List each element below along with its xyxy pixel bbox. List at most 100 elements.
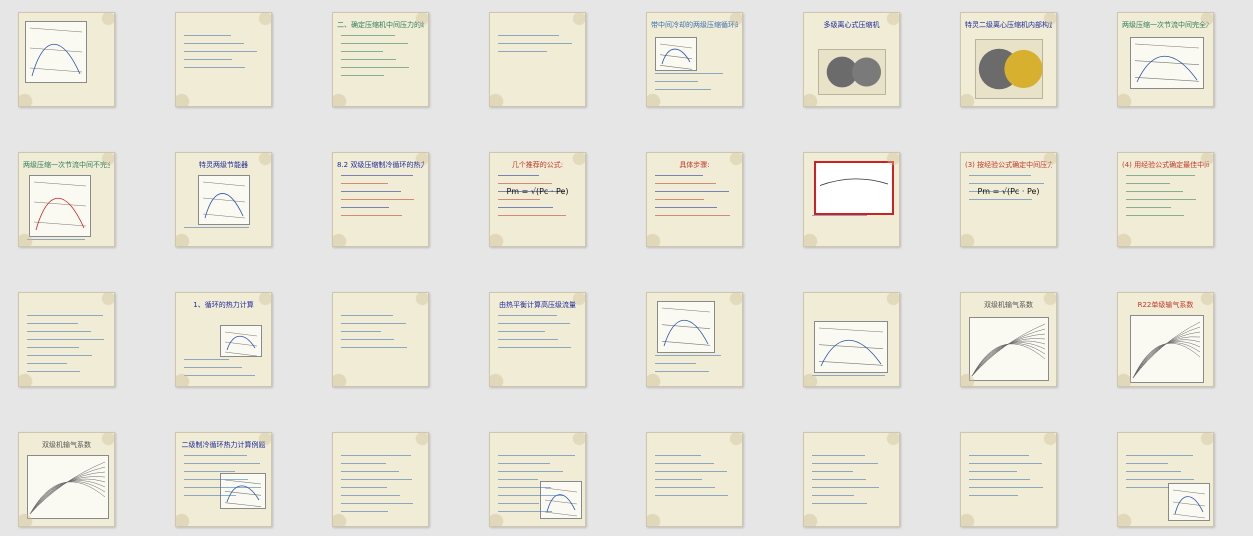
slide-thumbnail[interactable] (332, 432, 429, 527)
slide-text-line (341, 215, 402, 216)
slide-text-line (184, 43, 244, 44)
slide-thumbnail[interactable] (960, 432, 1057, 527)
slide-text-line (655, 175, 703, 176)
slide-thumbnail[interactable]: 8.2 双级压缩制冷循环的热力计算及工况变化的影响 (332, 152, 429, 247)
slide-figure (1130, 37, 1204, 89)
slide-thumbnail[interactable]: R22单级输气系数 (1117, 292, 1214, 387)
slide-thumbnail[interactable]: 多级离心式压缩机 (803, 12, 900, 107)
slide-thumbnail[interactable] (332, 292, 429, 387)
slide-thumbnail[interactable]: 双级机输气系数 (18, 432, 115, 527)
slide-text-line (184, 367, 242, 368)
slide-text-line (498, 495, 564, 496)
slide-thumbnail[interactable]: 1、循环的热力计算 (175, 292, 272, 387)
slide-text-line (341, 175, 413, 176)
slide-title: 二、确定压缩机中间压力的经济计算 (337, 21, 424, 29)
slide-text-line (655, 183, 716, 184)
slide-title: 双级机输气系数 (42, 441, 91, 449)
slide-title: 特灵二级离心压缩机内部构造 (965, 21, 1052, 29)
slide-text-line (812, 479, 866, 480)
slide-text-line (498, 199, 540, 200)
slide-text-line (184, 51, 257, 52)
slide-text-line (812, 487, 879, 488)
slide-text-line (498, 479, 538, 480)
slide-thumbnail[interactable]: 几个推荐的公式: Pm = √(Pc · Pe) (489, 152, 586, 247)
slide-figure (29, 175, 91, 237)
slide-thumbnail[interactable] (18, 12, 115, 107)
slide-title: 几个推荐的公式: (511, 161, 564, 169)
slide-text-line (341, 51, 383, 52)
slide-text-line (184, 59, 232, 60)
slide-text-line (341, 339, 394, 340)
slide-text-line (812, 215, 867, 216)
slide-thumbnail[interactable]: 最佳中间压力的确定 (803, 152, 900, 247)
slide-thumbnail[interactable] (489, 432, 586, 527)
slide-text-line (812, 471, 853, 472)
slide-title: R22单级输气系数 (1137, 301, 1194, 309)
slide-text-line (655, 207, 717, 208)
slide-figure (198, 175, 250, 225)
slide-thumbnail[interactable]: 两级压缩一次节流中间不完全冷却 (18, 152, 115, 247)
slide-text-line (341, 463, 386, 464)
slide-thumbnail[interactable] (803, 292, 900, 387)
slide-thumbnail[interactable]: (4) 用经验公式确定最佳中间压力 (1117, 152, 1214, 247)
slide-text-line (341, 471, 399, 472)
slide-thumbnail[interactable]: 二级制冷循环热力计算例题 (175, 432, 272, 527)
slide-text-line (812, 375, 885, 376)
slide-thumbnail[interactable]: 二、确定压缩机中间压力的经济计算 (332, 12, 429, 107)
slide-thumbnail[interactable]: 双级机输气系数 (960, 292, 1057, 387)
slide-text-line (498, 43, 572, 44)
slide-thumbnail[interactable]: 两级压缩一次节流中间完全冷却 (1117, 12, 1214, 107)
slide-figure (655, 37, 697, 71)
slide-text-line (341, 503, 413, 504)
slide-text-line (498, 175, 539, 176)
slide-figure (975, 39, 1043, 99)
slide-thumbnail[interactable]: 特灵二级离心压缩机内部构造 (960, 12, 1057, 107)
slide-title: 两级压缩一次节流中间不完全冷却 (23, 161, 110, 169)
slide-text-line (184, 35, 231, 36)
slide-text-line (27, 239, 85, 240)
slide-text-line (27, 355, 92, 356)
formula-text: Pm = √(Pc · Pe) (506, 187, 569, 196)
slide-text-line (969, 487, 1043, 488)
slide-thumbnail[interactable]: 具体步骤: (646, 152, 743, 247)
slide-thumbnail[interactable] (646, 292, 743, 387)
slide-thumbnail[interactable] (175, 12, 272, 107)
slide-thumbnail[interactable]: 特灵两级节能器 (175, 152, 272, 247)
slide-thumbnail[interactable] (489, 12, 586, 107)
slide-text-line (27, 363, 67, 364)
slide-text-line (498, 347, 571, 348)
slide-figure (220, 325, 262, 357)
slide-thumbnail[interactable]: 由热平衡计算高压级流量 (489, 292, 586, 387)
slide-text-line (655, 191, 729, 192)
slide-title: 1、循环的热力计算 (193, 301, 254, 309)
slide-text-line (184, 455, 247, 456)
slide-figure (1130, 315, 1204, 383)
slide-thumbnail[interactable]: (3) 按经验公式确定中间压力 Pm = √(Pc · Pe) (960, 152, 1057, 247)
slide-text-line (341, 511, 388, 512)
slide-text-line (498, 463, 550, 464)
slide-thumbnail[interactable] (646, 432, 743, 527)
slide-text-line (969, 183, 1044, 184)
slide-text-line (341, 183, 388, 184)
slide-thumbnail[interactable]: 带中间冷却的两级压缩循环的热计算 (646, 12, 743, 107)
slide-text-line (1126, 455, 1193, 456)
slide-thumbnail[interactable] (803, 432, 900, 527)
slide-text-line (655, 471, 727, 472)
slide-text-line (655, 479, 702, 480)
slide-figure (1168, 483, 1210, 521)
slide-text-line (655, 455, 701, 456)
slide-text-line (1126, 487, 1169, 488)
slide-text-line (341, 67, 409, 68)
slide-title: 具体步骤: (679, 161, 710, 169)
slide-title: 8.2 双级压缩制冷循环的热力计算及工况变化的影响 (337, 161, 424, 169)
slide-title: 多级离心式压缩机 (823, 21, 880, 29)
slide-text-line (969, 471, 1017, 472)
slide-text-line (812, 463, 878, 464)
slide-text-line (655, 487, 715, 488)
slide-title: (4) 用经验公式确定最佳中间压力 (1122, 161, 1209, 169)
slide-thumbnail[interactable] (1117, 432, 1214, 527)
slide-thumbnail[interactable] (18, 292, 115, 387)
slide-text-line (655, 463, 714, 464)
slide-text-line (341, 199, 414, 200)
slide-text-line (1126, 207, 1171, 208)
